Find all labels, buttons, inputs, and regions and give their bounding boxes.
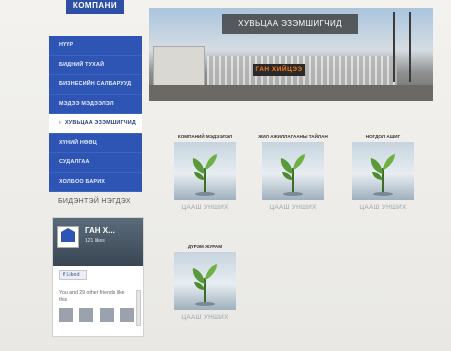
avatar[interactable]: [99, 308, 114, 322]
sidebar-item-contact[interactable]: ХОЛБОО БАРИХ: [49, 173, 142, 192]
facebook-like-box: ГАН Х... 121 likes f Liked You and 29 ot…: [52, 217, 144, 337]
sidebar-item-label: СУДАЛГАА: [59, 159, 90, 165]
card-title: КОМПАНИЙ МЭДЭЭЛЭЛ: [177, 134, 233, 139]
page-title: ХУВЬЦАА ЭЗЭМШИГЧИД: [222, 14, 358, 34]
read-more-link[interactable]: ЦААШ УНШИХ: [258, 204, 328, 211]
avatar[interactable]: [79, 308, 94, 322]
banner-crane: [393, 12, 411, 82]
read-more-link[interactable]: ЦААШ УНШИХ: [348, 204, 418, 211]
card-image[interactable]: [174, 142, 236, 200]
sidebar-item-home[interactable]: НҮҮР: [49, 36, 142, 56]
sidebar-item-label: ХОЛБОО БАРИХ: [59, 178, 106, 185]
sidebar-nav: НҮҮР БИДНИЙ ТУХАЙ БИЗНЕСИЙН САЛБАРУУД МЭ…: [49, 36, 142, 192]
sidebar-item-label: МЭДЭЭ МЭДЭЭЛЭЛ: [59, 100, 114, 107]
company-logo-icon: [57, 226, 79, 248]
plant-sprout-icon: [192, 264, 217, 306]
card-regulations[interactable]: ДҮРЭМ ЖУРАМ ЦААШ УНШИХ: [170, 242, 240, 321]
plant-sprout-icon: [370, 154, 395, 196]
card-title: НОГДОЛ АШИГ: [365, 134, 401, 139]
facebook-friends-text: You and 29 other friends like this: [59, 290, 125, 303]
facebook-scrollbar[interactable]: [136, 290, 141, 326]
card-image[interactable]: [352, 142, 414, 200]
card-title: ДҮРЭМ ЖУРАМ: [187, 244, 223, 249]
sidebar-item-news[interactable]: МЭДЭЭ МЭДЭЭЛЭЛ: [49, 95, 142, 114]
card-annual-report[interactable]: ЖИЛ АЖИЛЛАГААНЫ ТАЙЛАН ЦААШ УНШИХ: [258, 132, 328, 211]
sidebar-item-label: БИЗНЕСИЙН САЛБАРУУД: [59, 81, 132, 87]
card-image[interactable]: [262, 142, 324, 200]
page: КОМПАНИ НҮҮР БИДНИЙ ТУХАЙ БИЗНЕСИЙН САЛБ…: [0, 0, 451, 351]
facebook-likes-count: 121 likes: [85, 238, 105, 244]
card-company-info[interactable]: КОМПАНИЙ МЭДЭЭЛЭЛ ЦААШ УНШИХ: [170, 132, 240, 211]
facebook-like-button[interactable]: f Liked: [59, 270, 87, 280]
sidebar-item-label: ХУВЬЦАА ЭЗЭМШИГЧИД: [65, 120, 136, 126]
facebook-friend-avatars: [59, 308, 136, 327]
partner-heading: БИДЭНТЭЙ НЭГДЭХ: [58, 198, 131, 205]
banner-sign: ГАН ХИЙЦЭЭ: [253, 64, 305, 76]
sidebar-item-shareholders[interactable]: › ХУВЬЦАА ЭЗЭМШИГЧИД: [49, 114, 142, 134]
facebook-page-name[interactable]: ГАН Х...: [85, 226, 115, 235]
sidebar-item-business[interactable]: БИЗНЕСИЙН САЛБАРУУД: [49, 75, 142, 95]
read-more-link[interactable]: ЦААШ УНШИХ: [170, 204, 240, 211]
sidebar-item-about[interactable]: БИДНИЙ ТУХАЙ: [49, 56, 142, 75]
sidebar-item-label: НҮҮР: [59, 42, 74, 48]
sidebar-item-research[interactable]: СУДАЛГАА: [49, 153, 142, 173]
card-dividends[interactable]: НОГДОЛ АШИГ ЦААШ УНШИХ: [348, 132, 418, 211]
facebook-cover-image: ГАН Х... 121 likes: [53, 218, 143, 266]
avatar[interactable]: [120, 308, 135, 322]
read-more-link[interactable]: ЦААШ УНШИХ: [170, 314, 240, 321]
avatar[interactable]: [59, 308, 73, 322]
card-image[interactable]: [174, 252, 236, 310]
plant-sprout-icon: [192, 154, 217, 196]
sidebar-item-label: ХҮНИЙ НӨӨЦ: [59, 139, 97, 146]
card-title: ЖИЛ АЖИЛЛАГААНЫ ТАЙЛАН: [258, 134, 328, 139]
banner-building: [153, 46, 205, 90]
site-logo[interactable]: КОМПАНИ: [66, 0, 124, 14]
plant-sprout-icon: [280, 154, 305, 196]
like-button-label: Liked: [66, 272, 80, 278]
sidebar-item-label: БИДНИЙ ТУХАЙ: [59, 61, 105, 68]
sidebar-item-hr[interactable]: ХҮНИЙ НӨӨЦ: [49, 134, 142, 153]
banner-ground: [149, 85, 433, 101]
